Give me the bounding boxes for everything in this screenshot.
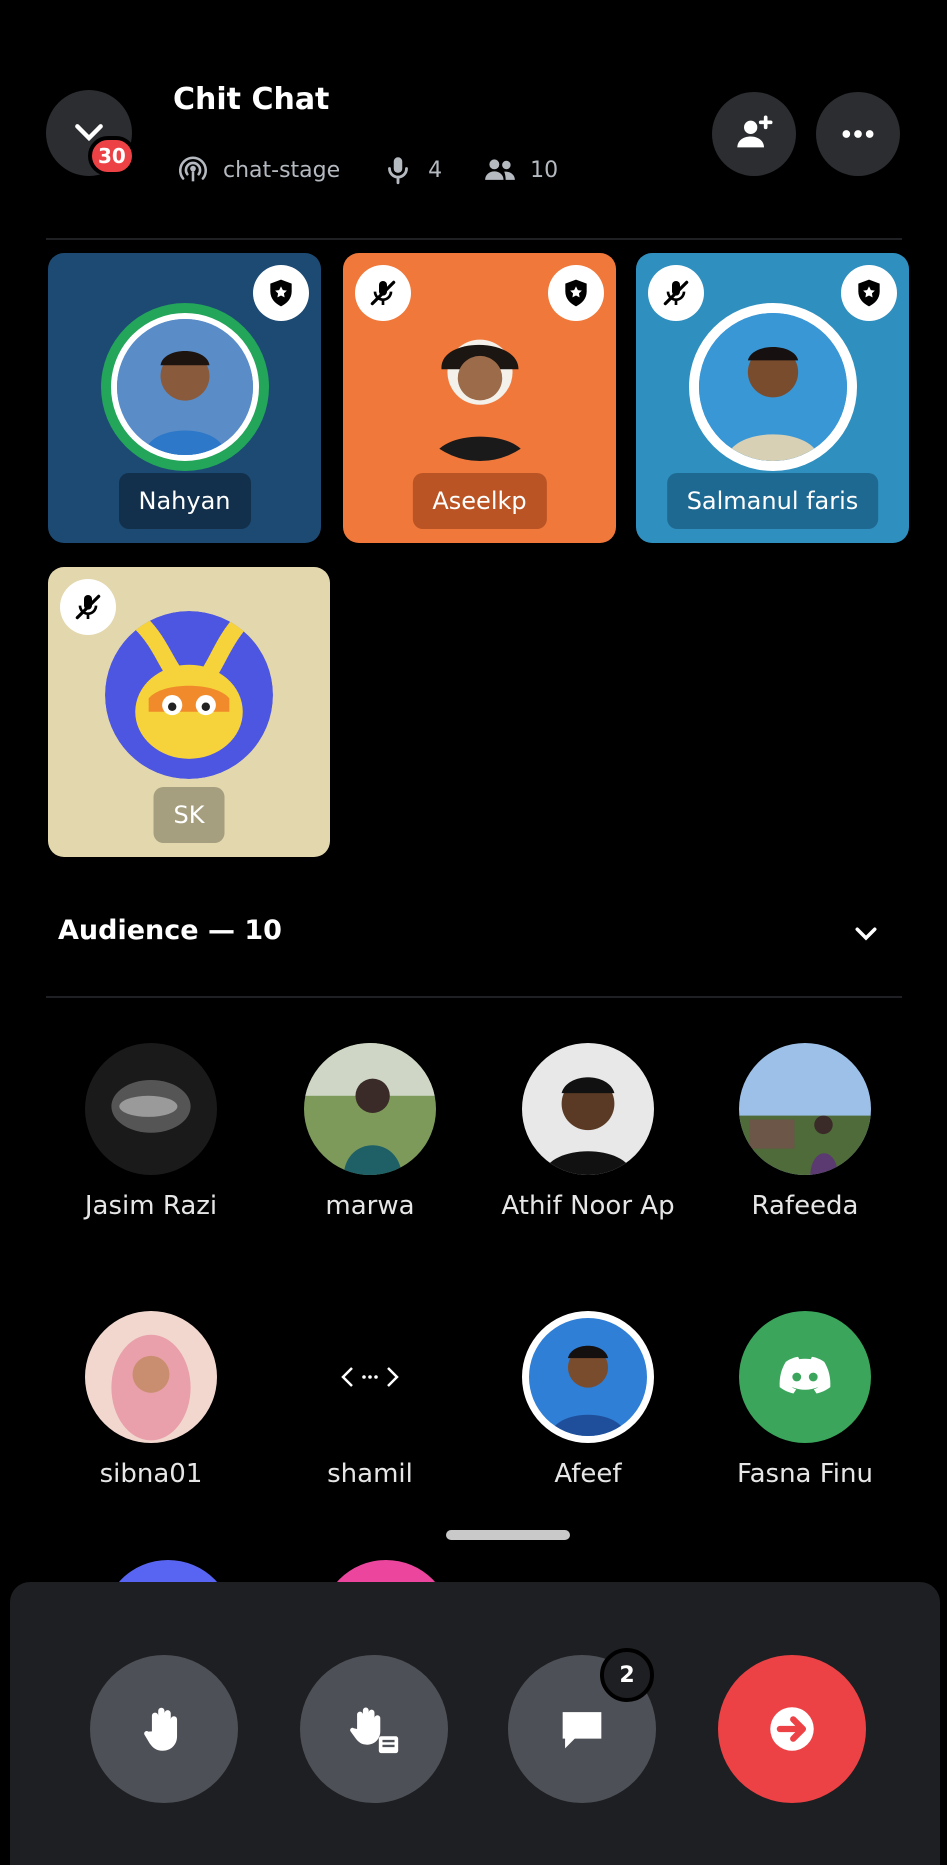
mic-muted-icon <box>75 594 101 620</box>
member-name: Rafeeda <box>751 1191 859 1221</box>
audience-member[interactable]: Jasim Razi <box>51 1043 251 1221</box>
header-divider <box>46 238 902 240</box>
chat-bubble-icon <box>562 1712 602 1749</box>
audience-member[interactable]: Afeef <box>488 1311 688 1489</box>
invite-button[interactable] <box>712 92 796 176</box>
shield-icon <box>270 279 292 307</box>
mic-muted-icon <box>370 280 396 306</box>
listeners-count: 10 <box>530 157 559 183</box>
channel-name: chat-stage <box>223 157 341 183</box>
member-name: sibna01 <box>99 1459 203 1489</box>
speaker-name: SK <box>153 787 225 843</box>
stage-header: 30 Chit Chat chat-stage 4 10 <box>0 0 947 240</box>
avatar <box>304 1043 436 1175</box>
speaker-avatar <box>688 303 857 471</box>
leave-stage-button[interactable] <box>718 1655 866 1803</box>
audience-member[interactable]: Fasna Finu <box>705 1311 905 1489</box>
more-options-button[interactable] <box>816 92 900 176</box>
moderator-badge <box>548 265 604 321</box>
member-name: Athif Noor Ap <box>501 1191 675 1221</box>
add-user-icon <box>737 115 773 148</box>
speaker-avatar-speaking <box>100 303 269 471</box>
notification-badge: 30 <box>88 136 136 176</box>
avatar <box>522 1043 654 1175</box>
leave-arrow-icon <box>770 1707 814 1751</box>
audience-member[interactable]: shamil <box>270 1311 470 1489</box>
speaker-tile[interactable]: Aseelkp <box>343 253 616 543</box>
avatar <box>522 1311 654 1443</box>
speakers-count: 4 <box>428 157 443 183</box>
muted-badge <box>60 579 116 635</box>
moderator-badge <box>253 265 309 321</box>
hand-icon <box>144 1707 178 1751</box>
people-icon <box>480 150 520 190</box>
member-name: shamil <box>327 1459 413 1489</box>
member-name: Afeef <box>554 1459 622 1489</box>
more-icon <box>842 130 874 138</box>
avatar <box>85 1043 217 1175</box>
audience-collapse-button[interactable] <box>838 905 894 961</box>
speaker-name: Salmanul faris <box>666 473 879 529</box>
stage-channel-icon <box>173 150 213 190</box>
member-name: Fasna Finu <box>737 1459 873 1489</box>
member-name: marwa <box>325 1191 415 1221</box>
audience-title: Audience — 10 <box>58 915 282 946</box>
code-arrows-icon <box>341 1367 399 1387</box>
avatar <box>85 1311 217 1443</box>
raise-hand-button[interactable] <box>90 1655 238 1803</box>
speaker-tile[interactable]: SK <box>48 567 330 857</box>
stage-meta: chat-stage 4 10 <box>173 150 558 190</box>
shield-icon <box>858 279 880 307</box>
member-name: Jasim Razi <box>84 1191 218 1221</box>
audience-member[interactable]: sibna01 <box>51 1311 251 1489</box>
speaker-name: Nahyan <box>118 473 251 529</box>
avatar <box>739 1311 871 1443</box>
shield-icon <box>565 279 587 307</box>
speaker-avatar <box>396 303 564 471</box>
speaker-name: Aseelkp <box>412 473 547 529</box>
discord-logo-icon <box>779 1356 831 1394</box>
mic-muted-icon <box>663 280 689 306</box>
messages-count-badge: 2 <box>600 1648 654 1702</box>
audience-member[interactable]: Rafeeda <box>705 1043 905 1221</box>
chevron-down-icon <box>855 927 877 941</box>
drag-handle[interactable] <box>446 1530 570 1540</box>
moderator-badge <box>841 265 897 321</box>
audience-member[interactable]: marwa <box>270 1043 470 1221</box>
microphone-icon <box>378 150 418 190</box>
speaker-tile[interactable]: Nahyan <box>48 253 321 543</box>
audience-member[interactable]: Athif Noor Ap <box>488 1043 688 1221</box>
hand-list-icon <box>350 1707 399 1754</box>
muted-badge <box>648 265 704 321</box>
request-to-speak-button[interactable] <box>300 1655 448 1803</box>
avatar <box>739 1043 871 1175</box>
audience-divider <box>46 996 902 998</box>
speaker-avatar <box>105 611 273 779</box>
muted-badge <box>355 265 411 321</box>
avatar <box>304 1311 436 1443</box>
stage-title: Chit Chat <box>173 82 330 117</box>
speaker-tile[interactable]: Salmanul faris <box>636 253 909 543</box>
